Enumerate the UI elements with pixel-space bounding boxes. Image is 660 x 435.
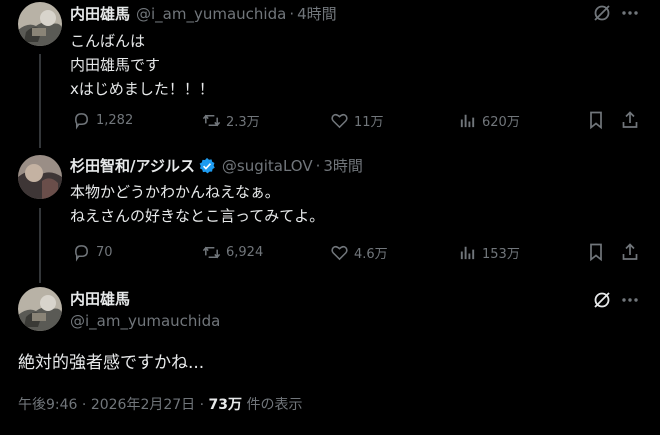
- like-button[interactable]: 11万: [330, 110, 384, 130]
- tweet-line: こんばんは: [70, 32, 146, 50]
- author-name[interactable]: 内田雄馬: [70, 4, 130, 24]
- timestamp[interactable]: 4時間: [297, 4, 337, 24]
- repost-icon: [202, 246, 221, 258]
- post-date[interactable]: 2026年2月27日: [91, 397, 195, 413]
- tweet-line: 内田雄馬です: [70, 56, 161, 74]
- main-tweet-text: 絶対的強者感ですかね...: [18, 353, 205, 373]
- heart-icon: [331, 113, 348, 128]
- avatar[interactable]: [18, 2, 62, 46]
- avatar[interactable]: [18, 155, 62, 199]
- author-name[interactable]: 杉田智和/アジルス: [70, 156, 195, 176]
- views-icon: [460, 246, 475, 259]
- grok-icon[interactable]: [592, 290, 612, 310]
- repost-button[interactable]: 6,924: [202, 242, 263, 262]
- author-handle[interactable]: @i_am_yumauchida: [136, 4, 286, 24]
- more-icon[interactable]: [620, 290, 640, 310]
- total-views: 73万: [208, 397, 243, 413]
- author-handle[interactable]: @sugitaLOV: [222, 156, 313, 176]
- action-bar: 70 6,924 4.6万 153万: [70, 242, 640, 262]
- repost-button[interactable]: 2.3万: [202, 110, 260, 130]
- more-icon[interactable]: [620, 3, 640, 23]
- tweet-sugita[interactable]: 杉田智和/アジルス @sugitaLOV · 3時間 本物かどうかわかんねえなぁ…: [0, 150, 660, 280]
- repost-icon: [202, 114, 221, 126]
- separator-dot: ·: [199, 397, 209, 413]
- share-icon[interactable]: [620, 242, 640, 262]
- like-button[interactable]: 4.6万: [330, 242, 388, 262]
- tweet-line: ねえさんの好きなとこ言ってみてよ。: [70, 207, 325, 225]
- tweet-meta: 午後9:46 · 2026年2月27日 · 73万 件の表示: [18, 395, 302, 415]
- verified-badge-icon: [198, 157, 216, 175]
- tweet-text: こんばんは 内田雄馬です xはじめました！！！: [70, 29, 214, 101]
- action-bar: 1,282 2.3万 11万 620万: [70, 110, 640, 130]
- reply-count: 70: [96, 244, 113, 260]
- reply-icon: [75, 244, 88, 262]
- bookmark-icon[interactable]: [586, 242, 606, 262]
- views-icon: [460, 114, 475, 127]
- tweet-uchida[interactable]: 内田雄馬 @i_am_yumauchida · 4時間 こんばんは 内田雄馬です…: [0, 0, 660, 150]
- bookmark-icon[interactable]: [586, 110, 606, 130]
- post-time[interactable]: 午後9:46: [18, 397, 77, 413]
- author-handle[interactable]: @i_am_yumauchida: [70, 311, 220, 331]
- tweet-line: 本物かどうかわかんねえなぁ。: [70, 183, 280, 201]
- reply-count: 1,282: [96, 112, 134, 128]
- avatar[interactable]: [18, 287, 62, 331]
- separator-dot: ·: [81, 397, 91, 413]
- repost-count: 2.3万: [226, 114, 260, 130]
- timestamp[interactable]: 3時間: [323, 156, 363, 176]
- like-count: 11万: [354, 114, 384, 130]
- view-count: 153万: [482, 246, 520, 262]
- heart-icon: [331, 245, 348, 260]
- separator-dot: ·: [289, 5, 295, 23]
- share-icon[interactable]: [620, 110, 640, 130]
- views-button[interactable]: 153万: [458, 242, 520, 262]
- like-count: 4.6万: [354, 246, 388, 262]
- tweet-text: 本物かどうかわかんねえなぁ。 ねえさんの好きなとこ言ってみてよ。: [70, 180, 324, 228]
- tweet-line: xはじめました！！！: [70, 80, 214, 98]
- views-suffix: 件の表示: [246, 397, 303, 413]
- views-button[interactable]: 620万: [458, 110, 520, 130]
- reply-icon: [75, 112, 88, 130]
- view-count: 620万: [482, 114, 520, 130]
- grok-icon[interactable]: [592, 3, 612, 23]
- reply-button[interactable]: 70: [72, 242, 113, 262]
- reply-button[interactable]: 1,282: [72, 110, 133, 130]
- author-name[interactable]: 内田雄馬: [70, 289, 130, 309]
- repost-count: 6,924: [226, 244, 264, 260]
- separator-dot: ·: [315, 157, 321, 175]
